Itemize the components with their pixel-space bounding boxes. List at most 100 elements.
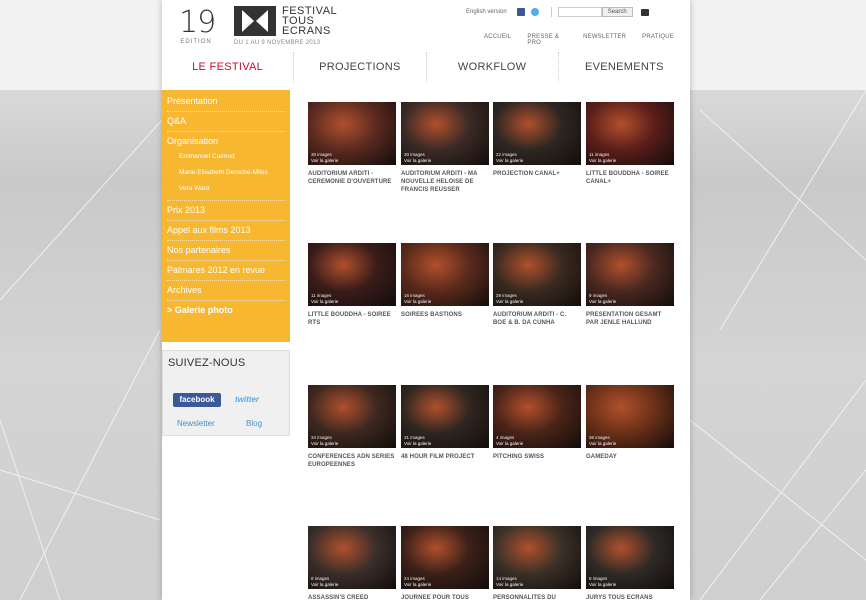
gallery-thumbnail[interactable]: 16 images Voir la galerie <box>401 243 489 306</box>
gallery-view-link[interactable]: Voir la galerie <box>589 582 616 587</box>
gallery-thumbnail[interactable]: 30 images Voir la galerie <box>308 102 396 165</box>
gallery-tile[interactable]: 36 images Voir la galerie GAMEDAY <box>586 385 674 461</box>
gallery-tile[interactable]: 22 images Voir la galerie PROJECTION CANAL… <box>493 102 581 178</box>
nav-workflow[interactable]: WORKFLOW <box>425 52 558 82</box>
gallery-tile[interactable]: 34 images Voir la galerie CONFERENCES ADN … <box>308 385 396 469</box>
gallery-thumbnail[interactable]: 36 images Voir la galerie <box>586 385 674 448</box>
gallery-view-link[interactable]: Voir la galerie <box>311 158 338 163</box>
gallery-image-count: 29 images <box>496 293 517 298</box>
gallery-title[interactable]: PITCHING SWISS <box>493 453 581 461</box>
gallery-tile[interactable]: 11 images Voir la galerie LITTLE BOUDDHA -… <box>586 102 674 186</box>
nav-evenements[interactable]: EVENEMENTS <box>557 52 690 82</box>
gallery-tile[interactable]: 31 images Voir la galerie 48 HOUR FILM PRO… <box>401 385 489 461</box>
gallery-title[interactable]: LITTLE BOUDDHA - SOIREE CANAL+ <box>586 170 674 186</box>
gallery-thumbnail[interactable]: 8 images Voir la galerie <box>586 526 674 589</box>
gallery-thumbnail[interactable]: 24 images Voir la galerie <box>401 526 489 589</box>
gallery-title[interactable]: JOURNEE POUR TOUS <box>401 594 489 600</box>
gallery-tile[interactable]: 30 images Voir la galerie AUDITORIUM ARDIT… <box>308 102 396 186</box>
facebook-button[interactable]: facebook <box>173 393 221 407</box>
sidebar-item-organisation[interactable]: Organisation <box>167 132 285 149</box>
gallery-tile[interactable]: 16 images Voir la galerie SOIREES BASTIONS <box>401 243 489 319</box>
gallery-view-link[interactable]: Voir la galerie <box>404 299 431 304</box>
gallery-view-link[interactable]: Voir la galerie <box>496 441 523 446</box>
search-input[interactable] <box>557 7 602 17</box>
sidebar-item-appel-aux-films[interactable]: Appel aux films 2013 <box>167 221 285 241</box>
gallery-view-link[interactable]: Voir la galerie <box>589 299 616 304</box>
gallery-tile[interactable]: 24 images Voir la galerie JOURNEE POUR TOU… <box>401 526 489 600</box>
gallery-view-link[interactable]: Voir la galerie <box>496 158 523 163</box>
gallery-title[interactable]: AUDITORIUM ARDITI - C. BOE & B. DA CUNHA <box>493 311 581 327</box>
gallery-thumbnail[interactable]: 22 images Voir la galerie <box>493 102 581 165</box>
sidebar-subitem-emmanuel-cuenod[interactable]: Emmanuel Cuénod <box>167 149 285 165</box>
sidebar-item-archives[interactable]: Archives <box>167 281 285 301</box>
gallery-title[interactable]: 48 HOUR FILM PROJECT <box>401 453 489 461</box>
gallery-title[interactable]: AUDITORIUM ARDITI - CEREMONIE D'OUVERTUR… <box>308 170 396 186</box>
gallery-view-link[interactable]: Voir la galerie <box>311 582 338 587</box>
nav-le-festival[interactable]: LE FESTIVAL <box>162 52 293 82</box>
sidebar-item-palmares-2012[interactable]: Palmares 2012 en revue <box>167 261 285 281</box>
gallery-view-link[interactable]: Voir la galerie <box>404 441 431 446</box>
subnav-pratique[interactable]: PRATIQUE <box>642 34 674 46</box>
logo-mark-icon <box>234 6 276 36</box>
english-version-link[interactable]: English version <box>466 9 507 15</box>
gallery-image-count: 30 images <box>311 152 332 157</box>
gallery-view-link[interactable]: Voir la galerie <box>404 158 431 163</box>
gallery-thumbnail[interactable]: 4 images Voir la galerie <box>493 385 581 448</box>
gallery-tile[interactable]: 9 images Voir la galerie PRESENTATION GESA… <box>586 243 674 327</box>
gallery-title[interactable]: GAMEDAY <box>586 453 674 461</box>
sidebar-item-qa[interactable]: Q&A <box>167 112 285 132</box>
sidebar-subitem-vera-ward[interactable]: Vera Ward <box>167 181 285 201</box>
gallery-view-link[interactable]: Voir la galerie <box>496 299 523 304</box>
gallery-thumbnail[interactable]: 11 images Voir la galerie <box>586 102 674 165</box>
subnav-accueil[interactable]: ACCUEIL <box>484 34 511 46</box>
gallery-title[interactable]: JURYS TOUS ECRANS <box>586 594 674 600</box>
gallery-thumbnail[interactable]: 11 images Voir la galerie <box>308 243 396 306</box>
sidebar-subitem-marie-elisabeth[interactable]: Marie-Elisabeth Deroche-Miles <box>167 165 285 181</box>
divider <box>550 7 552 17</box>
gallery-title[interactable]: PERSONNALITES DU <box>493 594 581 600</box>
gallery-thumbnail[interactable]: 30 images Voir la galerie <box>401 102 489 165</box>
gallery-title[interactable]: PROJECTION CANAL+ <box>493 170 581 178</box>
gallery-view-link[interactable]: Voir la galerie <box>404 582 431 587</box>
twitter-icon[interactable] <box>530 8 539 16</box>
gallery-title[interactable]: SOIREES BASTIONS <box>401 311 489 319</box>
gallery-title[interactable]: LITTLE BOUDDHA - SOIREE RTS <box>308 311 396 327</box>
sidebar-item-galerie-photo[interactable]: > Galerie photo <box>167 301 285 320</box>
gallery-tile[interactable]: 8 images Voir la galerie JURYS TOUS ECRANS <box>586 526 674 600</box>
gallery-view-link[interactable]: Voir la galerie <box>311 299 338 304</box>
gallery-thumbnail[interactable]: 34 images Voir la galerie <box>308 385 396 448</box>
gallery-title[interactable]: AUDITORIUM ARDITI - MA NOUVELLE HELOISE … <box>401 170 489 194</box>
nav-projections[interactable]: PROJECTIONS <box>293 52 425 82</box>
twitter-button[interactable]: twitter <box>235 395 259 404</box>
gallery-title[interactable]: ASSASSIN'S CREED <box>308 594 396 600</box>
gallery-view-link[interactable]: Voir la galerie <box>496 582 523 587</box>
newsletter-link[interactable]: Newsletter <box>177 419 215 428</box>
gallery-thumbnail[interactable]: 29 images Voir la galerie <box>493 243 581 306</box>
sidebar-item-presentation[interactable]: Présentation <box>167 92 285 112</box>
subnav-newsletter[interactable]: NEWSLETTER <box>583 34 626 46</box>
festival-logo[interactable]: FESTIVAL TOUS ECRANS DU 1 AU 9 NOVEMBRE … <box>234 6 337 48</box>
subnav-presse-pro[interactable]: PRESSE & PRO <box>527 34 567 46</box>
gallery-view-link[interactable]: Voir la galerie <box>589 158 616 163</box>
gallery-thumbnail[interactable]: 14 images Voir la galerie <box>493 526 581 589</box>
gallery-title[interactable]: PRESENTATION GESAMT PAR JENLE HALLUND <box>586 311 674 327</box>
gallery-tile[interactable]: 4 images Voir la galerie PITCHING SWISS <box>493 385 581 461</box>
gallery-image-count: 8 images <box>589 576 608 581</box>
gallery-tile[interactable]: 11 images Voir la galerie LITTLE BOUDDHA -… <box>308 243 396 327</box>
gallery-thumbnail[interactable]: 31 images Voir la galerie <box>401 385 489 448</box>
gallery-view-link[interactable]: Voir la galerie <box>589 441 616 446</box>
blog-link[interactable]: Blog <box>246 419 262 428</box>
gallery-tile[interactable]: 29 images Voir la galerie AUDITORIUM ARDIT… <box>493 243 581 327</box>
gallery-tile[interactable]: 30 images Voir la galerie AUDITORIUM ARDIT… <box>401 102 489 194</box>
gallery-tile[interactable]: 14 images Voir la galerie PERSONNALITES DU <box>493 526 581 600</box>
sidebar-item-nos-partenaires[interactable]: Nos partenaires <box>167 241 285 261</box>
cart-icon[interactable] <box>640 8 649 16</box>
gallery-title[interactable]: CONFERENCES ADN SERIES EUROPEENNES <box>308 453 396 469</box>
gallery-thumbnail[interactable]: 9 images Voir la galerie <box>586 243 674 306</box>
gallery-thumbnail[interactable]: 8 images Voir la galerie <box>308 526 396 589</box>
facebook-icon[interactable] <box>516 8 525 16</box>
gallery-view-link[interactable]: Voir la galerie <box>311 441 338 446</box>
gallery-tile[interactable]: 8 images Voir la galerie ASSASSIN'S CREED <box>308 526 396 600</box>
search-button[interactable]: Search <box>601 7 633 17</box>
sidebar-item-prix-2013[interactable]: Prix 2013 <box>167 201 285 221</box>
